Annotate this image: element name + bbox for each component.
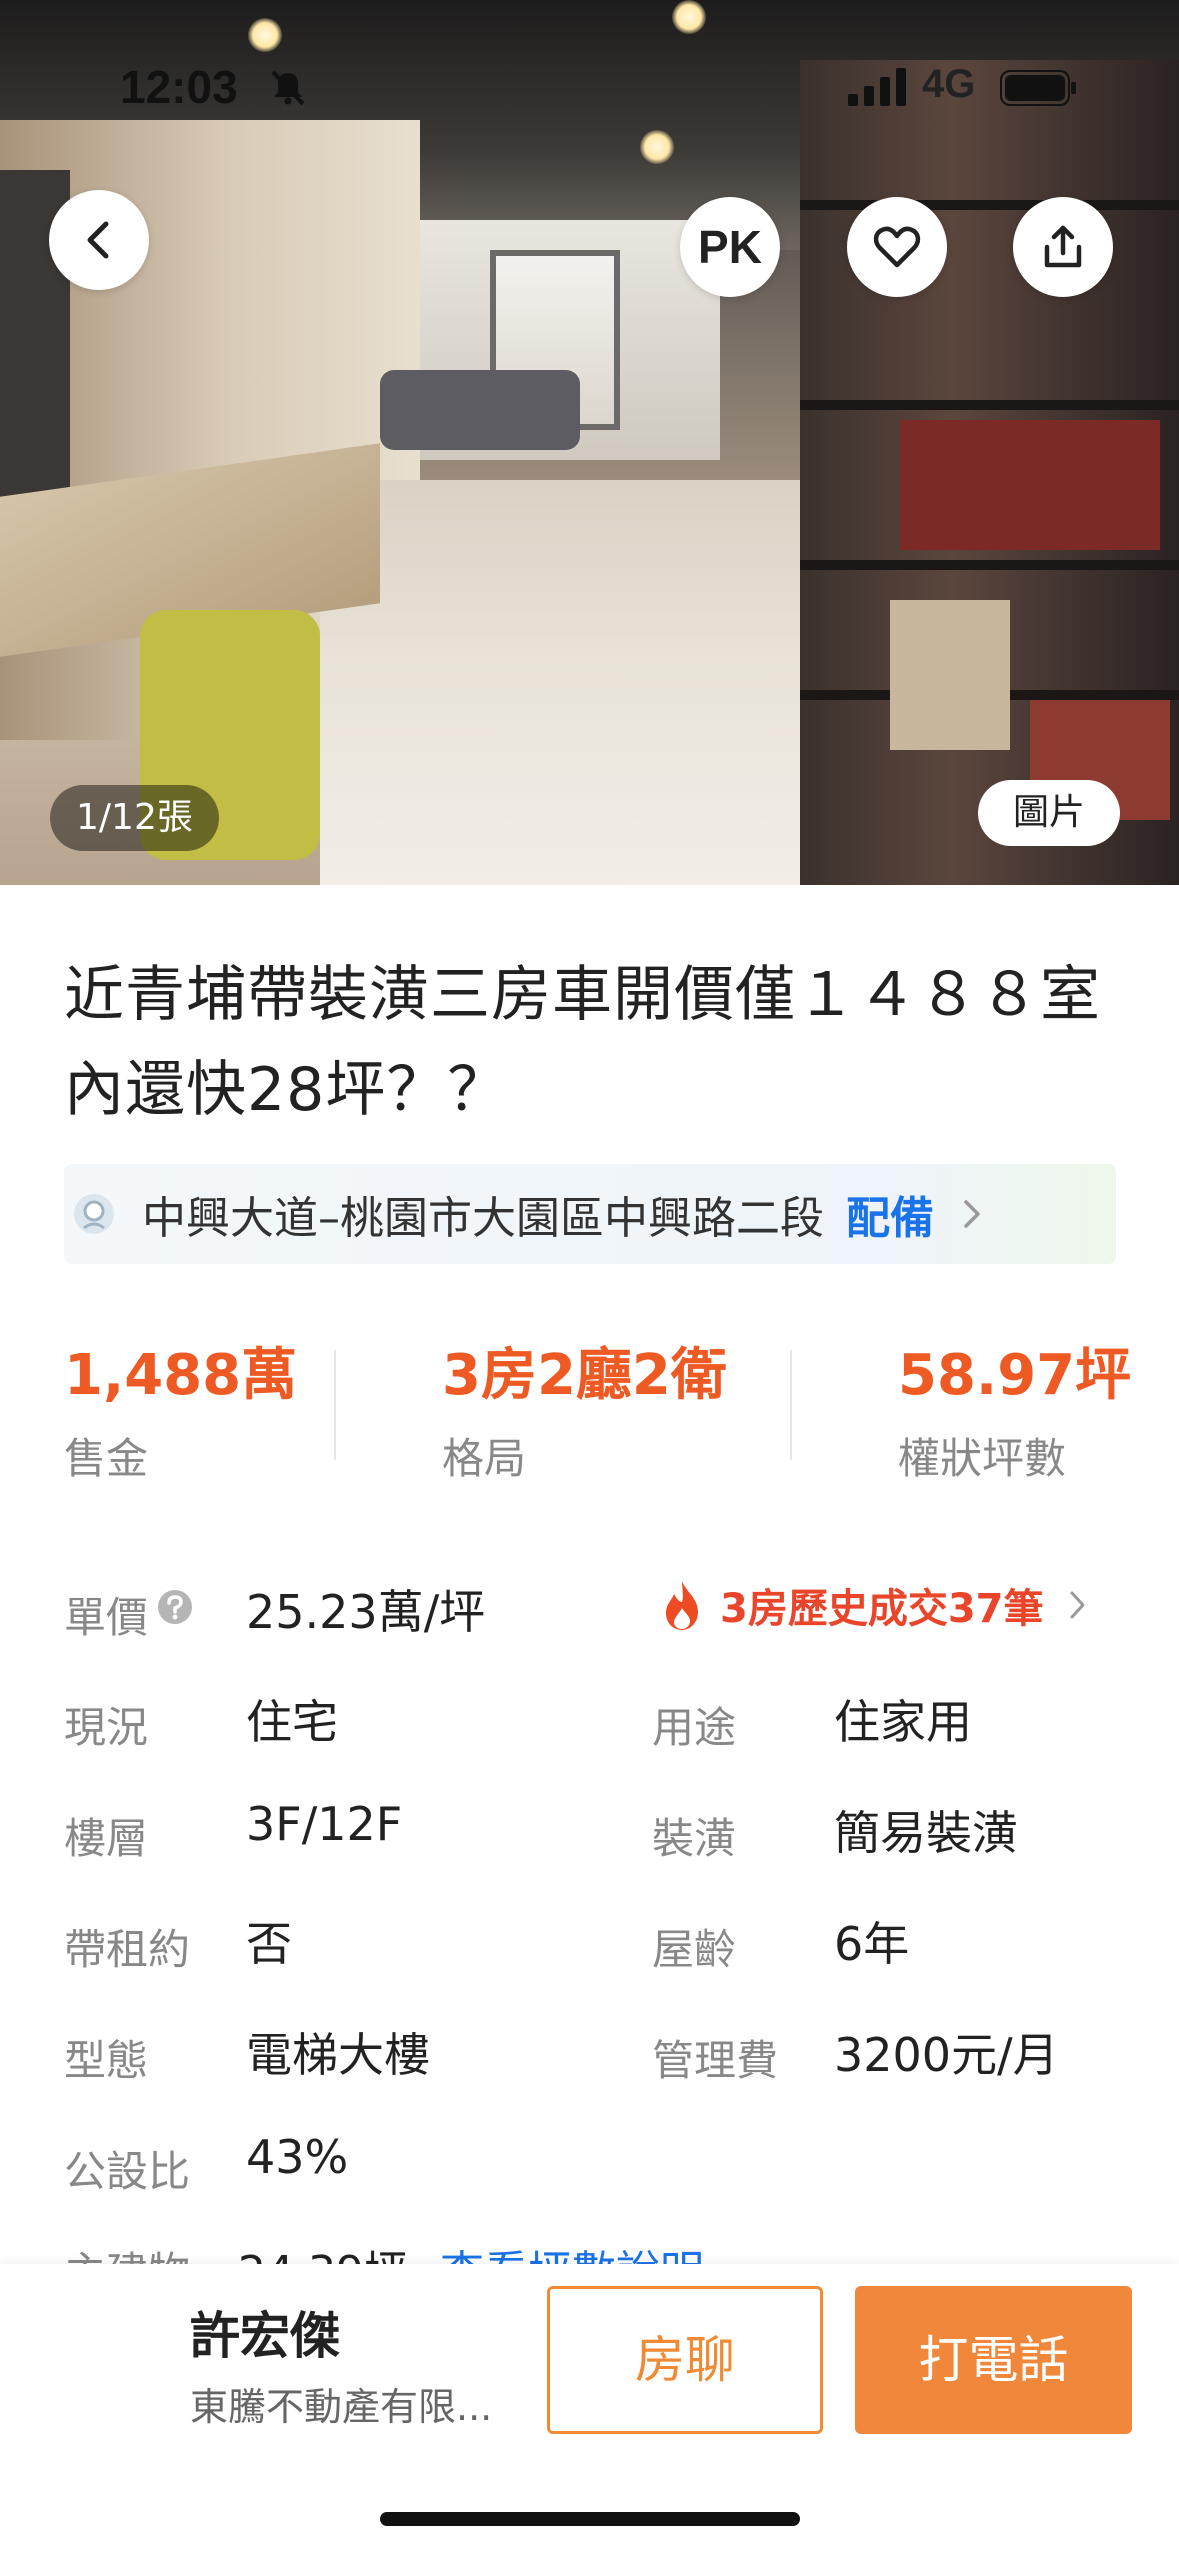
amenities-link[interactable]: 配備 [846,1182,934,1246]
photo-box [890,600,1010,750]
chat-button[interactable]: 房聊 [547,2286,823,2434]
photo-shelf-board [800,200,1179,210]
main-building-row: 主建物 24.39坪 查看坪數說明 [64,2232,1116,2268]
stat-divider [790,1350,792,1460]
detail-value: 43% [246,2130,349,2184]
detail-value: 住家用 [834,1695,972,1749]
detail-value: 簡易裝潢 [834,1806,1018,1860]
help-icon[interactable] [156,1588,194,1626]
agent-name[interactable]: 許宏傑 [190,2296,340,2368]
heart-icon [873,226,921,268]
detail-label: 型態 [64,2036,149,2085]
stat-price-value: 1,488萬 [64,1343,298,1408]
photo-ceiling-light [640,130,674,164]
stat-area-label: 權狀坪數 [898,1434,1067,1483]
agent-company: 東騰不動產有限... [190,2385,493,2429]
chevron-right-icon [964,1200,980,1228]
chevron-left-icon [87,221,109,259]
stat-layout: 3房2廳2衛 格局 [442,1330,727,1486]
home-indicator[interactable] [380,2512,800,2526]
detail-value: 3F/12F [246,1797,403,1851]
listing-title: 近青埔帶裝潢三房車開價僅１４８８室內還快28坪？？ [64,960,1101,1125]
share-icon [1044,225,1082,268]
photo-shelf-board [800,560,1179,570]
share-button[interactable] [1013,197,1113,297]
detail-label: 屋齡 [652,1925,737,1974]
call-button[interactable]: 打電話 [855,2286,1132,2434]
detail-row: 現況 住宅 用途 住家用 [64,1686,1116,1756]
photo-box [900,420,1160,550]
detail-value: 電梯大樓 [246,2028,430,2082]
detail-value: 3200元/月 [834,2028,1059,2082]
photo-sofa [380,370,580,450]
stat-area-value: 58.97坪 [898,1343,1132,1408]
pk-label: PK [698,221,762,273]
status-bar: 12:03 4G [0,60,1179,120]
detail-label: 用途 [652,1703,737,1752]
photo-floor [320,480,880,885]
stat-area: 58.97坪 權狀坪數 [898,1330,1131,1486]
detail-row: 樓層 3F/12F 裝潢 簡易裝潢 [64,1797,1116,1867]
chevron-right-icon [1070,1591,1084,1619]
stat-divider [334,1350,336,1460]
detail-label: 帶租約 [64,1925,191,1974]
listing-photo[interactable]: 12:03 4G PK 1/12張 圖片 [0,0,1179,885]
photo-ceiling-light [248,18,282,52]
detail-label: 樓層 [64,1814,149,1863]
unit-price-value: 25.23萬/坪 [246,1585,486,1639]
back-button[interactable] [49,190,149,290]
photo-shelf-board [800,400,1179,410]
stat-layout-label: 格局 [442,1434,527,1483]
stat-price-label: 售金 [64,1434,149,1483]
location-icon [74,1194,114,1234]
detail-row: 帶租約 否 屋齡 6年 [64,1908,1116,1978]
detail-value: 6年 [834,1917,910,1971]
key-stats: 1,488萬 售金 3房2廳2衛 格局 58.97坪 權狀坪數 [64,1330,1131,1490]
detail-row: 型態 電梯大樓 管理費 3200元/月 [64,2019,1116,2089]
detail-row: 公設比 43% [64,2130,1116,2200]
battery-icon [1000,70,1076,106]
stat-price: 1,488萬 售金 [64,1330,297,1486]
detail-value: 住宅 [246,1695,338,1749]
network-label: 4G [922,62,976,106]
detail-value: 否 [246,1917,292,1971]
pk-compare-button[interactable]: PK [680,197,780,297]
signal-icon [848,68,906,106]
address-bar[interactable]: 中興大道–桃園市大園區中興路二段 配備 [64,1164,1116,1264]
photo-tag-button[interactable]: 圖片 [978,780,1120,846]
fire-icon [666,1581,698,1630]
detail-label: 公設比 [64,2147,191,2196]
photo-ceiling-light [672,0,706,34]
favorite-button[interactable] [847,197,947,297]
photo-counter: 1/12張 [50,785,219,851]
address-text: 中興大道–桃園市大園區中興路二段 [142,1193,824,1244]
detail-label: 現況 [64,1703,149,1752]
stat-layout-value: 3房2廳2衛 [442,1343,727,1408]
detail-label: 裝潢 [652,1814,737,1863]
bell-muted-icon [271,70,305,106]
status-time: 12:03 [120,61,238,113]
sales-history-text: 3房歷史成交37筆 [720,1586,1044,1632]
unit-price-label: 單價 [64,1593,149,1642]
detail-label: 管理費 [652,2036,779,2085]
unit-price-row: 單價 25.23萬/坪 3房歷史成交37筆 [64,1576,1116,1646]
sales-history-link[interactable]: 3房歷史成交37筆 [658,1576,1090,1634]
